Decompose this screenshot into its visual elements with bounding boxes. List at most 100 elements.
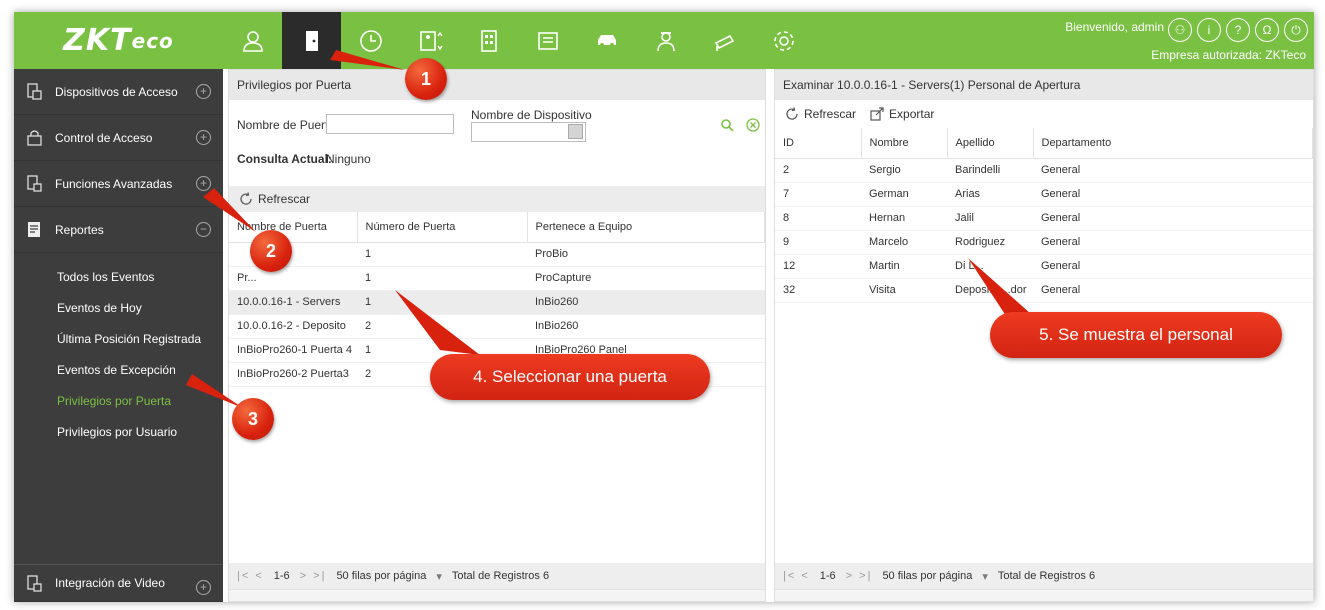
clear-icon[interactable]	[746, 118, 760, 132]
table-cell: 1	[357, 290, 527, 315]
table-row[interactable]: 12 Martin Di L... General	[775, 254, 1313, 279]
video-module-button[interactable]	[695, 12, 754, 69]
callout-3: 3	[232, 398, 274, 440]
system-module-button[interactable]	[754, 12, 813, 69]
sidebar-item-last-position[interactable]: Última Posición Registrada	[14, 323, 223, 354]
column-header[interactable]: Departamento	[1033, 128, 1313, 159]
column-header[interactable]: ID	[775, 128, 862, 159]
table-row[interactable]: 9 Marcelo Rodriguez General	[775, 230, 1313, 255]
sidebar-group-label: Dispositivos de Acceso	[55, 84, 178, 99]
rows-per-page-select[interactable]: 50 filas por página	[336, 570, 426, 582]
collapse-icon[interactable]: −	[196, 222, 211, 237]
app-window: ZKT eco Bienvenido, admin ⚇ i ? Ω ⏻ Empr…	[14, 12, 1314, 602]
table-row[interactable]: Pr... 1 ProCapture	[229, 266, 765, 291]
column-header[interactable]: Nombre	[861, 128, 948, 159]
sidebar-item-today-events[interactable]: Eventos de Hoy	[14, 292, 223, 323]
search-icon[interactable]	[720, 118, 734, 132]
elevator-icon	[419, 30, 443, 51]
table-cell	[229, 242, 357, 267]
table-cell: German	[861, 182, 947, 207]
pager-nav-icon[interactable]: > >|	[300, 570, 327, 582]
table-cell: Barindelli	[947, 158, 1033, 183]
account-icon[interactable]: Ω	[1255, 18, 1279, 42]
table-row[interactable]: 32 Visita Deposito ...dor General	[775, 278, 1313, 303]
sidebar-group-label: Integración de Video	[55, 576, 165, 590]
sidebar-group-advanced[interactable]: Funciones Avanzadas +	[14, 161, 223, 207]
rows-per-page-select[interactable]: 50 filas por página	[882, 570, 972, 582]
column-header[interactable]: Apellido	[947, 128, 1034, 159]
header-tools: ⚇ i ? Ω ⏻	[1168, 18, 1308, 42]
help-icon[interactable]: ?	[1226, 18, 1250, 42]
zkteco-logo: ZKT eco	[14, 12, 223, 69]
dropdown-arrow-icon[interactable]	[568, 124, 583, 139]
horizontal-scrollbar[interactable]	[775, 589, 1313, 601]
pager-nav-icon[interactable]: |< <	[237, 570, 264, 582]
door-name-input[interactable]	[326, 114, 454, 134]
refresh-button[interactable]: Refrescar	[785, 107, 856, 121]
expand-icon[interactable]: +	[196, 580, 211, 595]
sidebar-item-user-privileges[interactable]: Privilegios por Usuario	[14, 416, 223, 447]
pager-nav-icon[interactable]: > >|	[846, 570, 873, 582]
parking-module-button[interactable]	[518, 12, 577, 69]
video-integration-icon	[27, 574, 42, 592]
export-label: Exportar	[889, 107, 935, 121]
export-button[interactable]: Exportar	[870, 107, 934, 121]
sidebar-group-devices[interactable]: Dispositivos de Acceso +	[14, 69, 223, 115]
table-cell: Arias	[947, 182, 1033, 207]
sidebar-group-video[interactable]: Integración de Video +	[14, 564, 223, 602]
patrol-guard-icon	[656, 31, 675, 51]
patrol-module-button[interactable]	[636, 12, 695, 69]
table-cell: 8	[775, 206, 861, 231]
module-bar	[223, 12, 813, 69]
refresh-button[interactable]: Refrescar	[239, 192, 310, 206]
callout-4: 4. Seleccionar una puerta	[430, 354, 710, 400]
table-row[interactable]: 2 Sergio Barindelli General	[775, 158, 1313, 183]
sidebar-item-exception-events[interactable]: Eventos de Excepción	[14, 354, 223, 385]
user-icon[interactable]: ⚇	[1168, 18, 1192, 42]
table-row[interactable]: 1 ProBio	[229, 242, 765, 267]
table-row[interactable]: 10.0.0.16-2 - Deposito 2 InBio260	[229, 314, 765, 339]
sidebar-group-reports[interactable]: Reportes −	[14, 207, 223, 253]
panel-title: Privilegios por Puerta	[229, 70, 765, 100]
refresh-label: Refrescar	[258, 192, 311, 206]
chevron-down-icon[interactable]: ▾	[982, 570, 988, 583]
left-pager: |< < 1-6 > >| 50 filas por página ▾ Tota…	[229, 563, 765, 589]
access-module-button[interactable]	[282, 12, 341, 69]
table-row[interactable]: 8 Hernan Jalil General	[775, 206, 1313, 231]
sidebar-item-door-privileges[interactable]: Privilegios por Puerta	[14, 385, 223, 416]
horizontal-scrollbar[interactable]	[229, 589, 765, 601]
expand-icon[interactable]: +	[196, 84, 211, 99]
table-cell: InBio260	[527, 290, 765, 315]
sidebar-item-all-events[interactable]: Todos los Eventos	[14, 261, 223, 292]
personnel-module-button[interactable]	[223, 12, 282, 69]
chevron-down-icon[interactable]: ▾	[436, 570, 442, 583]
advanced-functions-icon	[27, 175, 42, 192]
parking-icon	[537, 31, 558, 50]
column-header[interactable]: Pertenece a Equipo	[527, 212, 765, 243]
visitor-building-icon	[480, 29, 497, 52]
expand-icon[interactable]: +	[196, 130, 211, 145]
table-cell: Visita	[861, 278, 947, 303]
expand-icon[interactable]: +	[196, 176, 211, 191]
sidebar-group-access-control[interactable]: Control de Acceso +	[14, 115, 223, 161]
device-name-label: Nombre de Dispositivo	[471, 108, 592, 122]
info-icon[interactable]: i	[1197, 18, 1221, 42]
table-row[interactable]: 7 German Arias General	[775, 182, 1313, 207]
attendance-module-button[interactable]	[341, 12, 400, 69]
table-cell: 12	[775, 254, 861, 279]
column-header[interactable]: Número de Puerta	[357, 212, 528, 243]
table-cell: Rodriguez	[947, 230, 1033, 255]
device-name-select[interactable]	[471, 122, 586, 142]
logo-text-tail: eco	[131, 28, 174, 53]
table-row-selected[interactable]: 10.0.0.16-1 - Servers 1 InBio260	[229, 290, 765, 315]
column-header[interactable]: Nombre de Puerta	[229, 212, 358, 243]
power-icon[interactable]: ⏻	[1284, 18, 1308, 42]
video-camera-icon	[714, 34, 734, 51]
car-module-button[interactable]	[577, 12, 636, 69]
personnel-icon	[242, 30, 263, 52]
total-records: Total de Registros 6	[451, 570, 550, 582]
table-cell: Di L...	[947, 254, 1033, 279]
table-cell: Jalil	[947, 206, 1033, 231]
pager-nav-icon[interactable]: |< <	[783, 570, 810, 582]
visitor-module-button[interactable]	[459, 12, 518, 69]
